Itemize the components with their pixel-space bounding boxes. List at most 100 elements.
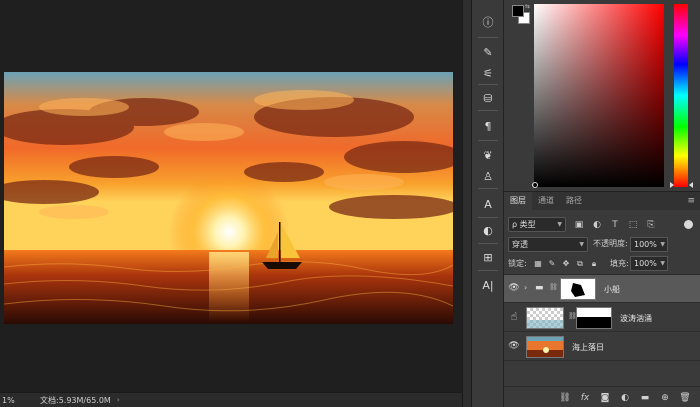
tool-separator: [478, 217, 498, 218]
filter-toggle-switch[interactable]: [684, 220, 693, 229]
glyphs-icon[interactable]: ⊞: [476, 247, 500, 267]
fill-input[interactable]: 100% ▼: [630, 256, 668, 271]
filter-kind-select[interactable]: ρ 类型 ▼: [508, 217, 566, 232]
new-layer-icon[interactable]: ⊕: [658, 391, 672, 405]
layer-name[interactable]: 小船: [604, 284, 620, 295]
trash-icon[interactable]: 🗑︎: [678, 391, 692, 405]
adjustment-layer-icon[interactable]: ◐: [618, 391, 632, 405]
saturation-brightness-field[interactable]: [534, 4, 664, 187]
status-menu-arrow-icon[interactable]: ›: [117, 396, 120, 404]
link-layers-icon[interactable]: ⛓: [558, 391, 572, 405]
paragraph-icon[interactable]: ¶: [476, 116, 500, 136]
tab-channels[interactable]: 通道: [532, 192, 560, 210]
clone-source-icon[interactable]: ⛁: [476, 88, 500, 108]
document-canvas[interactable]: [0, 0, 462, 392]
tab-layers[interactable]: 图层: [504, 192, 532, 210]
adjustment-layer-filter-icon[interactable]: ◐: [590, 218, 604, 232]
fill-value: 100%: [634, 259, 657, 268]
tool-separator: [478, 84, 498, 85]
brushes-icon[interactable]: ❦: [476, 145, 500, 165]
tool-separator: [478, 243, 498, 244]
hue-slider-handle-left[interactable]: [670, 182, 674, 188]
panel-menu-icon[interactable]: ≡: [687, 196, 695, 206]
opacity-label: 不透明度:: [593, 239, 628, 248]
sunset-image: [4, 72, 453, 324]
sunset-artwork[interactable]: [4, 72, 453, 324]
smart-object-filter-icon[interactable]: ⎘: [644, 218, 658, 232]
status-bar: 1% 文档:5.93M/65.0M ›: [0, 392, 462, 407]
add-mask-icon[interactable]: ◙: [598, 391, 612, 405]
properties-icon[interactable]: ◐: [476, 220, 500, 240]
waves-thumbnail: [527, 320, 563, 328]
sailboat-mask-shape: [571, 283, 585, 297]
chevron-down-icon: ▼: [660, 241, 665, 248]
type-layer-filter-icon[interactable]: T: [608, 218, 622, 232]
paragraph-styles-icon[interactable]: A|: [476, 275, 500, 295]
tool-separator: [478, 37, 498, 38]
layer-row-masked[interactable]: ☝ ⛓ 波涛汹涌: [504, 304, 700, 332]
layer-thumbnail[interactable]: [526, 336, 564, 358]
blend-mode-select[interactable]: 穿透 ▼: [508, 237, 588, 252]
color-panel: ⇆: [504, 0, 700, 191]
shape-layer-filter-icon[interactable]: ⬚: [626, 218, 640, 232]
layers-list: 👁︎ › ▬ ⛓ 小船 ☝ ⛓ 波涛汹涌 👁︎ 海上落日: [504, 274, 700, 384]
lock-label: 锁定:: [508, 259, 527, 268]
chevron-down-icon: ▼: [579, 241, 584, 248]
color-picker-cursor[interactable]: [532, 182, 538, 188]
character-icon[interactable]: A: [476, 194, 500, 214]
blend-mode-value: 穿透: [512, 240, 528, 249]
lock-transparent-pixels-icon[interactable]: ▦: [532, 257, 544, 270]
filter-kind-value: ρ 类型: [512, 220, 536, 229]
layers-panel: 图层 通道 路径 ≡ ρ 类型 ▼ ▣ ◐ T ⬚ ⎘ 穿透 ▼ 不透明度: 1…: [504, 191, 700, 407]
expand-chevron-icon[interactable]: ›: [524, 283, 527, 292]
layer-filter-row: ρ 类型 ▼ ▣ ◐ T ⬚ ⎘: [504, 216, 700, 234]
folder-icon: ▬: [535, 283, 544, 293]
visibility-eye-icon[interactable]: 👁︎: [508, 283, 520, 293]
tool-separator: [478, 188, 498, 189]
layer-row-image[interactable]: 👁︎ 海上落日: [504, 333, 700, 361]
layer-name[interactable]: 海上落日: [572, 342, 604, 353]
tool-separator: [478, 270, 498, 271]
lock-fill-row: 锁定: ▦ ✎ ✥ ⧉ 🔒︎ 填充: 100% ▼: [504, 256, 700, 272]
hand-cursor-icon: ☝: [510, 310, 518, 323]
hue-slider-handle-right[interactable]: [689, 182, 693, 188]
opacity-value: 100%: [634, 240, 657, 249]
layer-row-group[interactable]: 👁︎ › ▬ ⛓ 小船: [504, 275, 700, 303]
info-icon[interactable]: ⓘ: [476, 12, 500, 32]
link-icon[interactable]: ⛓: [549, 283, 558, 291]
layer-mask-thumbnail[interactable]: [576, 307, 612, 329]
lock-position-icon[interactable]: ✥: [560, 257, 572, 270]
lock-image-pixels-icon[interactable]: ✎: [546, 257, 558, 270]
pixel-layer-filter-icon[interactable]: ▣: [572, 218, 586, 232]
layer-style-fx-icon[interactable]: fx: [578, 391, 592, 405]
hue-slider[interactable]: [674, 4, 688, 187]
layer-thumbnail[interactable]: [526, 307, 564, 329]
blend-opacity-row: 穿透 ▼ 不透明度: 100% ▼: [504, 237, 700, 253]
collapsed-panels-strip: ⓘ ✎ ⚟ ⛁ ¶ ❦ ♙ A ◐ ⊞ A|: [472, 0, 504, 407]
lock-all-icon[interactable]: 🔒︎: [588, 257, 600, 270]
zoom-readout[interactable]: 1%: [0, 396, 28, 405]
lock-artboard-icon[interactable]: ⧉: [574, 257, 586, 270]
layer-mask-thumbnail[interactable]: [560, 278, 596, 300]
waves-mask-shape: [577, 308, 611, 317]
opacity-input[interactable]: 100% ▼: [630, 237, 668, 252]
new-group-folder-icon[interactable]: ▬: [638, 391, 652, 405]
chevron-down-icon: ▼: [557, 221, 562, 228]
brush-settings-icon[interactable]: ✎: [476, 42, 500, 62]
layer-name[interactable]: 波涛汹涌: [620, 313, 652, 324]
document-size: 文档:5.93M/65.0M: [40, 395, 111, 405]
foreground-color-swatch[interactable]: [512, 5, 524, 17]
fill-label: 填充:: [610, 259, 629, 268]
visibility-eye-icon[interactable]: 👁︎: [508, 341, 520, 351]
layers-panel-tabs: 图层 通道 路径: [504, 192, 700, 210]
swap-colors-icon[interactable]: ⇆: [525, 3, 530, 10]
tab-paths[interactable]: 路径: [560, 192, 588, 210]
sunset-thumbnail: [527, 337, 563, 357]
chevron-down-icon: ▼: [660, 260, 665, 267]
layers-panel-footer: ⛓ fx ◙ ◐ ▬ ⊕ 🗑︎: [504, 386, 700, 407]
tool-separator: [478, 140, 498, 141]
tool-separator: [478, 110, 498, 111]
adjust-sliders-icon[interactable]: ⚟: [476, 63, 500, 83]
character-styles-icon[interactable]: ♙: [476, 166, 500, 186]
panel-divider[interactable]: [462, 0, 472, 407]
